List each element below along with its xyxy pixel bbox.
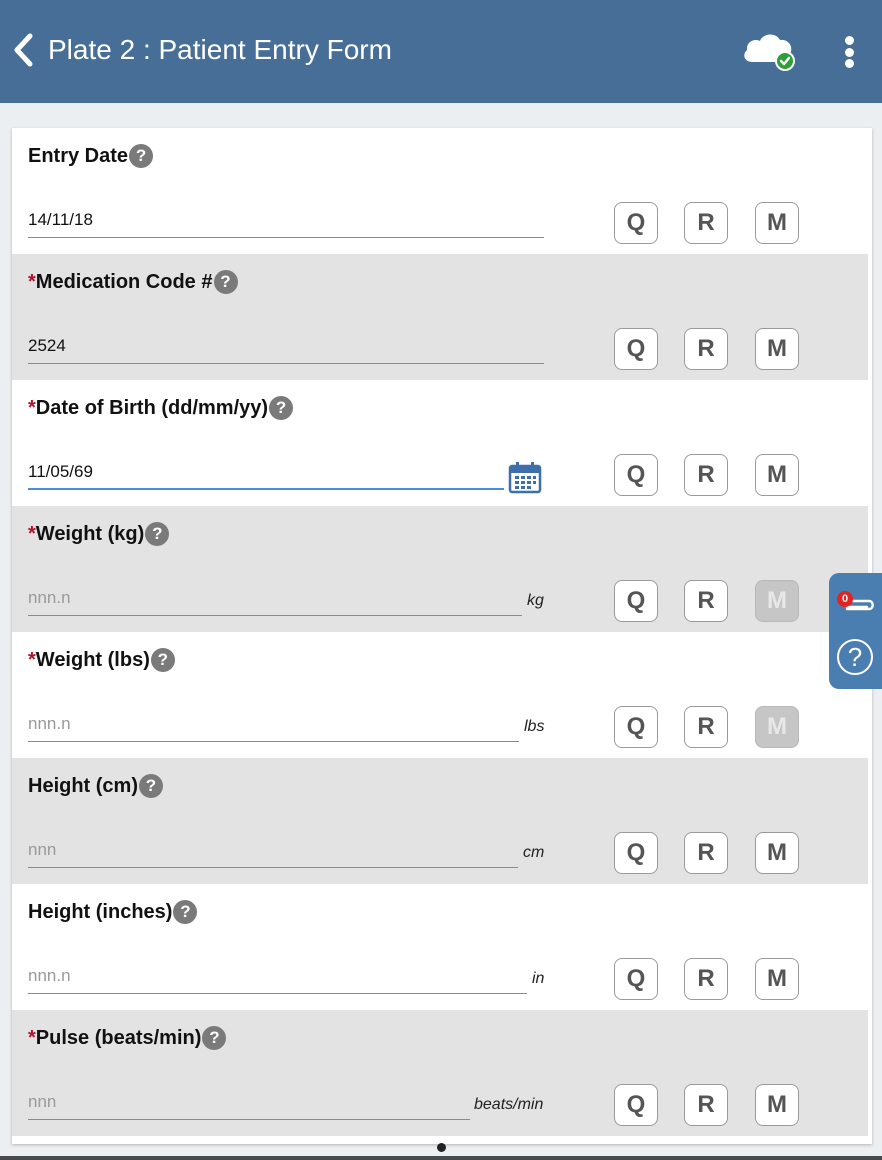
reason-button[interactable]: R (684, 580, 728, 622)
query-button[interactable]: Q (614, 1084, 658, 1126)
form-row: *Medication Code #? QRM (12, 254, 868, 380)
form-row: *Weight (kg)? kg QRM (12, 506, 868, 632)
reason-button[interactable]: R (684, 958, 728, 1000)
cloud-check-icon (744, 34, 795, 71)
query-button[interactable]: Q (614, 958, 658, 1000)
query-button[interactable]: Q (614, 580, 658, 622)
required-marker: * (28, 1026, 36, 1049)
page-title: Plate 2 : Patient Entry Form (48, 34, 392, 65)
field-underline (28, 1086, 470, 1120)
field-input[interactable] (28, 708, 519, 740)
form-row: *Pulse (beats/min)? beats/min QRM (12, 1010, 868, 1136)
help-icon[interactable]: ? (150, 648, 175, 672)
field-underline (28, 708, 519, 742)
missing-button[interactable]: M (755, 832, 799, 874)
help-icon[interactable]: ? (145, 522, 170, 546)
query-button[interactable]: Q (614, 454, 658, 496)
missing-button[interactable]: M (755, 580, 799, 622)
field-label: Entry Date? (28, 144, 154, 168)
help-icon[interactable]: ? (129, 144, 154, 168)
field-underline (28, 582, 522, 616)
field-label: * Weight (lbs)? (28, 648, 175, 672)
form-row: Entry Date? QRM (12, 128, 868, 254)
field-label-text: Medication Code # (35, 270, 213, 293)
page-indicator (437, 1143, 446, 1152)
unit-label: beats/min (474, 1096, 544, 1113)
field-label-text: Height (inches) (28, 900, 173, 923)
side-panel: 0 ? (829, 573, 882, 689)
help-icon[interactable]: ? (139, 774, 163, 798)
field-input[interactable] (28, 960, 527, 992)
query-button[interactable]: Q (614, 328, 658, 370)
field-label: * Date of Birth (dd/mm/yy)? (28, 396, 294, 420)
unit-label: cm (523, 844, 545, 861)
field-label: * Medication Code #? (28, 270, 238, 294)
unit-label: kg (527, 592, 544, 609)
unit-label: lbs (524, 718, 545, 735)
field-label-text: Weight (kg) (35, 522, 145, 545)
form-row: *Weight (lbs)? lbs QRM (12, 632, 868, 758)
field-label-text: Weight (lbs) (35, 648, 150, 671)
field-label-text: Pulse (beats/min) (35, 1026, 202, 1049)
unit-label: in (532, 970, 545, 987)
missing-button[interactable]: M (755, 202, 799, 244)
help-circle-icon[interactable]: ? (837, 639, 873, 675)
field-label-text: Entry Date (28, 144, 129, 167)
missing-button[interactable]: M (755, 706, 799, 748)
help-icon[interactable]: ? (269, 396, 294, 420)
more-vertical-icon (844, 36, 854, 45)
patient-entry-form: Entry Date?QRM*Medication Code #?QRM*Dat… (12, 128, 872, 1144)
form-row: Height (inches)? in QRM (12, 884, 868, 1010)
field-input[interactable] (28, 456, 504, 488)
form-row: *Date of Birth (dd/mm/yy)? QRM (12, 380, 868, 506)
field-underline (28, 330, 544, 364)
back-button[interactable] (8, 30, 38, 70)
required-marker: * (28, 270, 36, 293)
reason-button[interactable]: R (684, 328, 728, 370)
field-underline (28, 834, 518, 868)
field-label-text: Height (cm) (28, 774, 138, 797)
field-input[interactable] (28, 204, 544, 236)
required-marker: * (28, 396, 36, 419)
reason-button[interactable]: R (684, 706, 728, 748)
field-label: Height (inches)? (28, 900, 198, 924)
field-input[interactable] (28, 582, 522, 614)
field-underline (28, 204, 544, 238)
missing-button[interactable]: M (755, 1084, 799, 1126)
help-icon[interactable]: ? (202, 1026, 227, 1050)
query-button[interactable]: Q (614, 202, 658, 244)
field-input[interactable] (28, 1086, 470, 1118)
field-label: Height (cm)? (28, 774, 163, 798)
query-button[interactable]: Q (614, 706, 658, 748)
attachments-count-badge: 0 (837, 591, 853, 607)
field-input[interactable] (28, 330, 544, 362)
reason-button[interactable]: R (684, 202, 728, 244)
help-icon[interactable]: ? (213, 270, 238, 294)
attachments-button[interactable]: 0 (835, 583, 879, 623)
field-label-text: Date of Birth (dd/mm/yy) (35, 396, 269, 419)
missing-button[interactable]: M (755, 958, 799, 1000)
field-underline (28, 960, 527, 994)
chevron-left-icon (14, 33, 33, 67)
help-icon[interactable]: ? (173, 900, 198, 924)
form-row: Height (cm)? cm QRM (12, 758, 868, 884)
missing-button[interactable]: M (755, 328, 799, 370)
more-menu-button[interactable] (836, 32, 862, 72)
query-button[interactable]: Q (614, 832, 658, 874)
app-header: Plate 2 : Patient Entry Form (0, 0, 882, 103)
reason-button[interactable]: R (684, 1084, 728, 1126)
field-label: * Pulse (beats/min)? (28, 1026, 227, 1050)
reason-button[interactable]: R (684, 832, 728, 874)
required-marker: * (28, 522, 36, 545)
required-marker: * (28, 648, 36, 671)
field-input[interactable] (28, 834, 518, 866)
sync-status-button[interactable] (740, 28, 800, 74)
field-underline (28, 456, 504, 490)
bottom-bar (0, 1156, 882, 1160)
reason-button[interactable]: R (684, 454, 728, 496)
calendar-icon[interactable] (508, 460, 542, 494)
missing-button[interactable]: M (755, 454, 799, 496)
field-label: * Weight (kg)? (28, 522, 170, 546)
